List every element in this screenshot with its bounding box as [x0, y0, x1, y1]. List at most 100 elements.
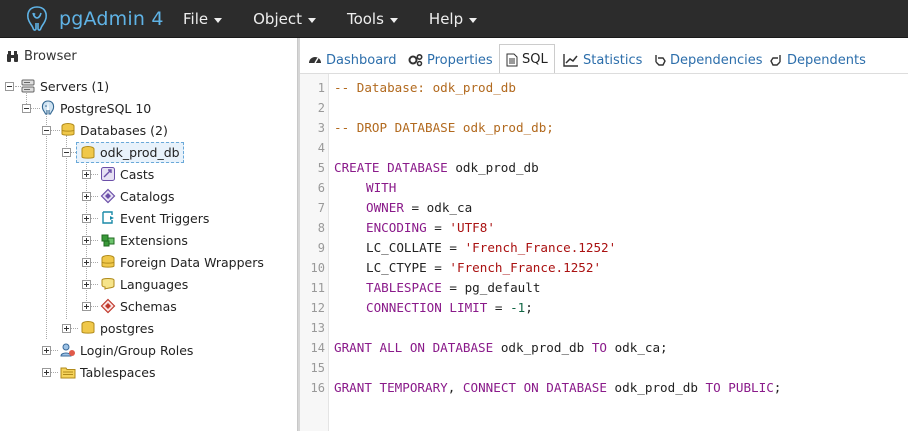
tab-properties[interactable]: Properties [408, 46, 493, 74]
extensions-icon [101, 234, 115, 247]
tree-toggle-login-roles[interactable] [42, 346, 51, 355]
main-panel: Dashboard Properties SQL Statistics Depe… [300, 38, 908, 431]
sql-keyword: TABLESPACE [366, 280, 442, 295]
code-line-16: GRANT TEMPORARY, CONNECT ON DATABASE odk… [334, 380, 781, 395]
tab-dashboard[interactable]: Dashboard [308, 46, 397, 74]
tab-dependents[interactable]: Dependents [770, 46, 866, 74]
sql-comment: -- Database: odk_prod_db [334, 80, 516, 95]
line-number: 16 [310, 381, 325, 395]
sql-text: = [487, 300, 511, 315]
schemas-icon [100, 298, 116, 314]
tab-dependencies[interactable]: Dependencies [653, 46, 763, 74]
tree-toggle-servers[interactable] [5, 82, 14, 91]
menu-help-label: Help [428, 10, 464, 28]
sql-identifier: odk_prod_db [493, 340, 592, 355]
code-line-3: -- DROP DATABASE odk_prod_db; [334, 120, 554, 135]
menu-object[interactable]: Object [253, 0, 316, 38]
tree-item-postgresql-server[interactable]: PostgreSQL 10 [40, 97, 151, 119]
line-number: 8 [317, 221, 325, 235]
tree-item-event-triggers[interactable]: Event Triggers [100, 207, 209, 229]
code-line-9: LC_COLLATE = 'French_France.1252' [366, 240, 616, 255]
tree-toggle-server[interactable] [22, 104, 31, 113]
tree-label: odk_prod_db [100, 145, 180, 160]
tree-label: Event Triggers [120, 210, 210, 226]
tree-item-catalogs[interactable]: Catalogs [100, 185, 175, 207]
tab-label: Dependencies [670, 52, 763, 68]
sql-text: = pg_default [441, 280, 541, 295]
tree-toggle-fdw[interactable] [82, 258, 91, 267]
properties-icon [408, 53, 423, 67]
tab-statistics[interactable]: Statistics [563, 46, 642, 74]
line-number: 14 [310, 341, 325, 355]
sql-text: = odk_ca [403, 200, 473, 215]
tree-toggle-catalogs[interactable] [82, 192, 91, 201]
tree-item-servers[interactable]: Servers (1) [20, 75, 109, 97]
sql-keyword: WITH [366, 180, 397, 195]
tree-toggle-postgres[interactable] [62, 324, 71, 333]
sql-comment: -- DROP DATABASE odk_prod_db; [334, 120, 554, 135]
tree-item-languages[interactable]: Languages [100, 273, 188, 295]
sql-identifier: odk_prod_db [606, 380, 706, 395]
menu-tools-label: Tools [346, 10, 384, 28]
tab-label: SQL [522, 52, 548, 67]
line-number: 5 [317, 161, 325, 175]
tab-label: Statistics [583, 52, 643, 68]
line-number: 4 [317, 141, 325, 155]
tree-item-odk-prod-db[interactable]: odk_prod_db [76, 142, 184, 163]
tab-bar: Dashboard Properties SQL Statistics Depe… [300, 38, 908, 74]
tree-item-foreign-data-wrappers[interactable]: Foreign Data Wrappers [100, 251, 264, 273]
casts-icon [101, 167, 115, 181]
top-navbar: pgAdmin 4 File Object Tools Help [0, 0, 908, 38]
tree-item-databases[interactable]: Databases (2) [60, 119, 168, 141]
menu-file[interactable]: File [183, 0, 223, 38]
tab-sql[interactable]: SQL [499, 44, 555, 74]
tree-toggle-casts[interactable] [82, 170, 91, 179]
tree-item-postgres-db[interactable]: postgres [80, 317, 154, 339]
sql-text: , [447, 380, 463, 395]
caret-down-icon [214, 17, 223, 23]
sql-text: odk_ca; [606, 340, 668, 355]
line-number: 6 [317, 181, 325, 195]
tree-toggle-event-triggers[interactable] [82, 214, 91, 223]
sql-text: LC_COLLATE = [366, 240, 465, 255]
menu-tools[interactable]: Tools [347, 0, 398, 38]
sql-keyword: GRANT TEMPORARY [334, 380, 448, 395]
sql-number: -1 [510, 300, 526, 315]
sql-string: 'French_France.1252' [464, 240, 617, 255]
tree-toggle-schemas[interactable] [82, 302, 91, 311]
roles-icon [60, 343, 75, 357]
tree-item-casts[interactable]: Casts [100, 163, 154, 185]
tree-toggle-tablespaces[interactable] [42, 368, 51, 377]
tree-item-extensions[interactable]: Extensions [100, 229, 188, 251]
tree-label: Schemas [120, 298, 177, 314]
tree-label: Foreign Data Wrappers [120, 254, 264, 270]
tree-toggle-odk-prod-db[interactable] [62, 148, 71, 157]
brand[interactable]: pgAdmin 4 [24, 5, 164, 33]
dashboard-icon [309, 57, 321, 64]
browser-panel: Browser Servers (1) PostgreSQL 10 Databa… [0, 38, 297, 431]
code-line-11: TABLESPACE = pg_default [366, 280, 540, 295]
menu-object-label: Object [253, 10, 302, 28]
tree-label: Casts [120, 166, 155, 182]
statistics-icon [563, 54, 578, 67]
sql-text: ; [773, 380, 782, 395]
menu-help[interactable]: Help [428, 0, 478, 38]
tree-toggle-languages[interactable] [82, 280, 91, 289]
tree-item-schemas[interactable]: Schemas [100, 295, 177, 317]
line-number: 7 [317, 201, 325, 215]
caret-down-icon [469, 17, 478, 23]
line-number: 12 [310, 301, 325, 315]
foreign-data-wrappers-icon [101, 255, 115, 268]
caret-down-icon [389, 17, 398, 23]
tree-toggle-extensions[interactable] [82, 236, 91, 245]
tree-label: Catalogs [120, 188, 175, 204]
tab-label: Dependents [787, 52, 866, 68]
tree-item-tablespaces[interactable]: Tablespaces [60, 361, 156, 383]
tree-toggle-databases[interactable] [42, 126, 51, 135]
elephant-logo-icon [27, 6, 47, 31]
tree-item-login-group-roles[interactable]: Login/Group Roles [60, 339, 193, 361]
sql-editor[interactable]: 1 2 3 4 5 6 7 8 9 10 11 12 13 14 15 16 -… [300, 74, 908, 431]
sql-text: ; [525, 300, 533, 315]
tree-label: Databases (2) [80, 122, 168, 138]
line-number: 9 [317, 241, 325, 255]
